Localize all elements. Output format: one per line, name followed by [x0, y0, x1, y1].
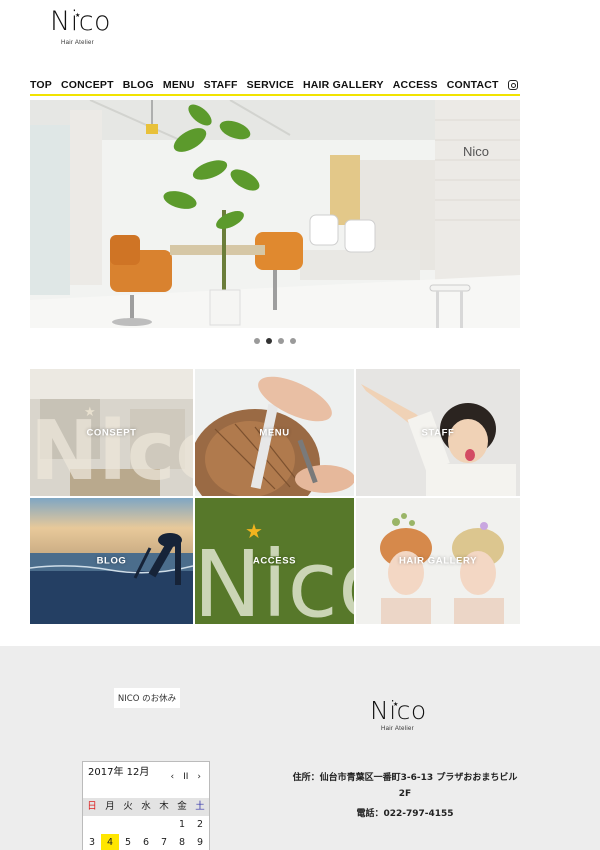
- weekday-label: 木: [159, 801, 169, 812]
- access-tile-word: Nico: [195, 531, 354, 624]
- tile-concept[interactable]: Nico ★ CONSEPT: [30, 369, 193, 496]
- calendar-day: [155, 816, 173, 834]
- calendar-day: [119, 816, 137, 834]
- calendar-day: [83, 816, 101, 834]
- nav-blog[interactable]: BLOG: [123, 79, 154, 91]
- weekday-label: 火: [123, 801, 133, 812]
- main-nav: TOP CONCEPT BLOG MENU STAFF SERVICE HAIR…: [30, 76, 520, 96]
- nav-top[interactable]: TOP: [30, 79, 52, 91]
- nav-service[interactable]: SERVICE: [247, 79, 294, 91]
- hero-sign-text: Nico: [463, 144, 489, 159]
- logo-subtitle: Hair Atelier: [61, 40, 94, 46]
- tile-label-access: ACCESS: [252, 555, 297, 567]
- weekday-label: 水: [141, 801, 151, 812]
- pause-icon[interactable]: II: [183, 772, 188, 782]
- calendar-day: [137, 816, 155, 834]
- nav-contact[interactable]: CONTACT: [447, 79, 499, 91]
- tile-blog[interactable]: BLOG: [30, 498, 193, 624]
- section-tiles: Nico ★ CONSEPT MENU: [30, 369, 520, 624]
- holiday-calendar: 2017年 12月 ‹ II › 日 月 火 水 木 金 土 1 2 3 4 5…: [82, 761, 210, 850]
- chevron-left-icon[interactable]: ‹: [170, 772, 174, 782]
- hero-slideshow[interactable]: Nico: [30, 100, 520, 328]
- calendar-day: 1: [178, 819, 186, 830]
- calendar-day: 5: [124, 837, 132, 848]
- tile-label-blog: BLOG: [96, 555, 127, 567]
- weekday-label: 日: [87, 801, 97, 812]
- calendar-week: 1 2: [83, 816, 209, 834]
- calendar-nav: ‹ II ›: [170, 772, 201, 782]
- logo-wordmark: Nico: [50, 6, 112, 37]
- weekday-label: 土: [195, 801, 205, 812]
- tile-hair-gallery[interactable]: HAIR GALLERY: [356, 498, 520, 624]
- weekday-label: 金: [177, 801, 187, 812]
- nav-hair-gallery[interactable]: HAIR GALLERY: [303, 79, 384, 91]
- calendar-day: [101, 816, 119, 834]
- nav-access[interactable]: ACCESS: [393, 79, 438, 91]
- nav-concept[interactable]: CONCEPT: [61, 79, 114, 91]
- star-icon: ★: [245, 519, 263, 543]
- phone-text: 電話：022-797-4155: [356, 809, 454, 819]
- site-footer: NICO のお休み Nico ★ Hair Atelier 2017年 12月 …: [0, 646, 600, 850]
- chevron-right-icon[interactable]: ›: [197, 772, 201, 782]
- star-icon: ★: [84, 405, 96, 420]
- slide-dot-4[interactable]: [290, 338, 296, 344]
- slider-dots: [254, 338, 296, 344]
- tile-label-concept: CONSEPT: [86, 427, 137, 438]
- tile-label-menu: MENU: [259, 427, 290, 438]
- calendar-week: 3 4 5 6 7 8 9: [83, 834, 209, 850]
- star-icon: ★: [393, 701, 399, 708]
- footer-logo[interactable]: Nico ★ Hair Atelier: [370, 696, 436, 736]
- calendar-day: 7: [160, 837, 168, 848]
- site-logo[interactable]: Nico ★ Hair Atelier: [50, 6, 120, 46]
- calendar-title: 2017年 12月: [88, 767, 150, 778]
- calendar-day: 6: [142, 837, 150, 848]
- slide-dot-3[interactable]: [278, 338, 284, 344]
- slide-dot-2[interactable]: [266, 338, 272, 344]
- calendar-day: 8: [178, 837, 186, 848]
- slide-dot-1[interactable]: [254, 338, 260, 344]
- tile-access[interactable]: Nico ★ ACCESS: [195, 498, 354, 624]
- calendar-day-highlighted: 4: [101, 834, 119, 850]
- tile-label-staff: STAFF: [421, 427, 455, 438]
- calendar-day: 2: [196, 819, 204, 830]
- nav-staff[interactable]: STAFF: [204, 79, 238, 91]
- address-text: 住所：仙台市青葉区一番町3-6-13 プラザおおまちビル2F: [292, 773, 518, 799]
- instagram-icon[interactable]: [508, 80, 518, 90]
- calendar-day: 9: [196, 837, 204, 848]
- star-icon: ★: [75, 12, 81, 19]
- footer-logo-subtitle: Hair Atelier: [381, 726, 414, 732]
- tile-staff[interactable]: STAFF: [356, 369, 520, 496]
- weekday-label: 月: [105, 801, 115, 812]
- salon-interior-photo: Nico: [30, 100, 520, 328]
- concept-tile-word: Nico: [30, 404, 193, 496]
- calendar-day: 3: [88, 837, 96, 848]
- calendar-header: 2017年 12月 ‹ II ›: [83, 762, 209, 798]
- tile-menu[interactable]: MENU: [195, 369, 354, 496]
- nav-menu[interactable]: MENU: [163, 79, 195, 91]
- calendar-weekday-row: 日 月 火 水 木 金 土: [83, 798, 209, 816]
- holiday-title: NICO のお休み: [114, 688, 180, 708]
- tile-label-hair-gallery: HAIR GALLERY: [398, 555, 478, 567]
